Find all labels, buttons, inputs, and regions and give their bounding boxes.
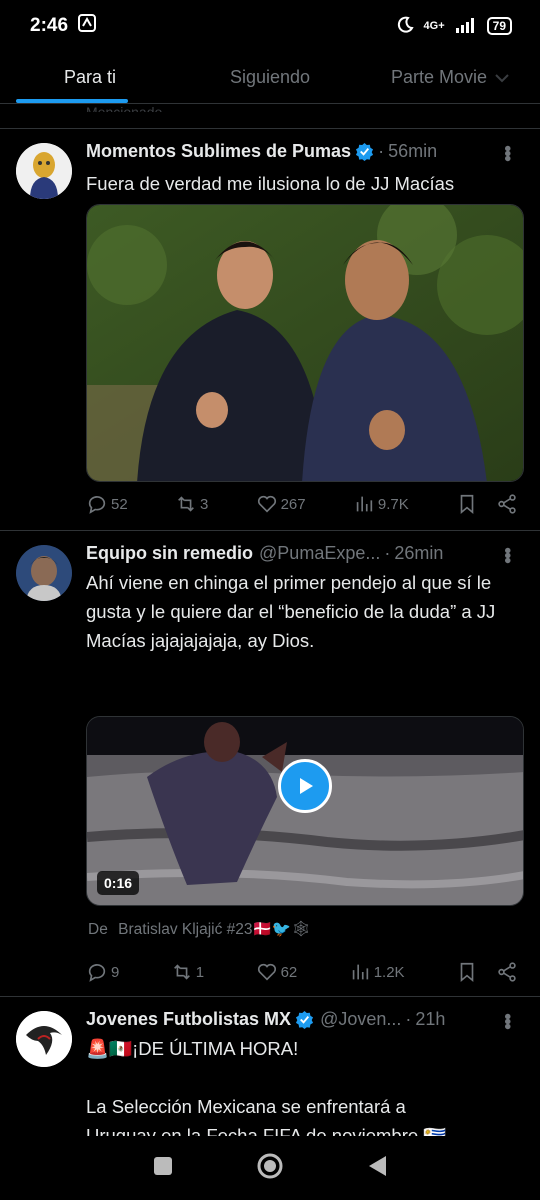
retweet-button[interactable]: 1 (171, 961, 204, 983)
tweet-actions: 9 1 62 1.2K (86, 961, 518, 983)
recents-button[interactable] (152, 1155, 174, 1182)
avatar[interactable] (16, 143, 72, 199)
views-icon (352, 964, 368, 980)
system-nav-bar (0, 1136, 540, 1200)
heart-icon (257, 963, 276, 981)
tweet[interactable]: Equipo sin remedio @PumaExpe... · 26min … (0, 530, 540, 996)
square-icon (154, 1156, 172, 1175)
tweet-time[interactable]: 26min (394, 543, 443, 564)
bookmark-icon (460, 494, 474, 515)
author-name[interactable]: Jovenes Futbolistas MX (86, 1009, 291, 1030)
reply-icon (88, 964, 106, 982)
clock: 2:46 (30, 15, 69, 36)
attribution-user[interactable]: Bratislav Kljajić #23🇩🇰🐦🕸 (118, 921, 311, 938)
play-icon (300, 778, 313, 794)
play-button[interactable] (278, 759, 332, 813)
tweet-text: 🚨🇲🇽¡DE ÚLTIMA HORA! La Selección Mexican… (86, 1038, 446, 1146)
tweet-image[interactable] (86, 204, 524, 482)
views-icon (356, 496, 373, 512)
retweet-button[interactable]: 3 (175, 493, 208, 515)
tweet-actions: 52 3 267 9.7K (86, 493, 518, 515)
tweet-text: Fuera de verdad me ilusiona lo de JJ Mac… (86, 173, 455, 194)
signal-icon (455, 17, 477, 36)
attribution: De Bratislav Kljajić #23🇩🇰🐦🕸 (88, 921, 311, 938)
tweet-time[interactable]: 56min (388, 141, 437, 162)
tweet-video[interactable]: 0:16 (86, 716, 524, 906)
retweet-icon (173, 964, 190, 980)
tweet-time[interactable]: 21h (415, 1009, 445, 1030)
views-button[interactable]: 1.2K (349, 961, 405, 983)
retweet-icon (178, 496, 194, 512)
home-button[interactable] (256, 1152, 284, 1185)
timeline-tabs: Para ti Siguiendo Parte Movie (0, 52, 540, 104)
like-button[interactable]: 62 (256, 961, 297, 983)
reply-icon (88, 496, 106, 514)
bookmark-button[interactable] (456, 493, 518, 515)
notification-icon (78, 14, 97, 38)
tab-siguiendo[interactable]: Siguiendo (180, 52, 360, 103)
author-name[interactable]: Equipo sin remedio (86, 543, 253, 564)
tab-para-ti[interactable]: Para ti (0, 52, 180, 103)
do-not-disturb-icon (396, 16, 414, 37)
author-handle[interactable]: @PumaExpe... (259, 543, 380, 564)
chevron-down-icon (495, 67, 509, 88)
avatar[interactable] (16, 1011, 72, 1067)
back-button[interactable] (366, 1154, 388, 1183)
avatar[interactable] (16, 545, 72, 601)
circle-icon (257, 1153, 283, 1178)
back-triangle-icon (369, 1155, 386, 1176)
heart-icon (257, 495, 276, 513)
battery-icon: 79 (486, 17, 512, 35)
author-handle[interactable]: @Joven... (320, 1009, 401, 1030)
tab-parte-movie[interactable]: Parte Movie (360, 52, 540, 103)
network-label: 4G+ (423, 20, 445, 32)
more-options-icon[interactable]: ••• (495, 547, 518, 562)
views-button[interactable]: 9.7K (353, 493, 409, 515)
verified-badge-icon (295, 1010, 314, 1029)
video-duration: 0:16 (97, 871, 140, 895)
verified-badge-icon (355, 142, 374, 161)
reply-button[interactable]: 52 (86, 493, 128, 515)
tweet[interactable]: Momentos Sublimes de Pumas · 56min ••• F… (0, 128, 540, 530)
share-icon[interactable] (496, 961, 518, 983)
author-name[interactable]: Momentos Sublimes de Pumas (86, 141, 351, 162)
reply-button[interactable]: 9 (86, 961, 119, 983)
bookmark-button[interactable] (456, 961, 518, 983)
bookmark-icon (460, 962, 474, 983)
more-options-icon[interactable]: ••• (495, 145, 518, 160)
pinned-label: Mencionado (86, 104, 163, 112)
share-icon[interactable] (496, 493, 518, 515)
more-options-icon[interactable]: ••• (495, 1013, 518, 1028)
tweet-text: Ahí viene en chinga el primer pendejo al… (86, 572, 496, 651)
like-button[interactable]: 267 (256, 493, 306, 515)
status-bar: 2:46 4G+ 79 (0, 0, 540, 52)
